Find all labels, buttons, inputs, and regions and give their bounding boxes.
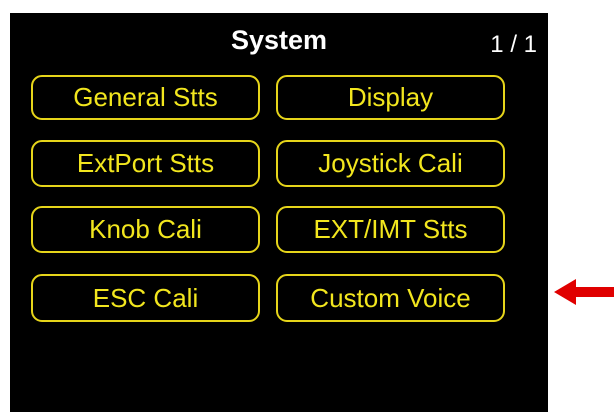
custom-voice-button[interactable]: Custom Voice bbox=[276, 274, 505, 322]
extport-stts-button[interactable]: ExtPort Stts bbox=[31, 140, 260, 187]
joystick-cali-button[interactable]: Joystick Cali bbox=[276, 140, 505, 187]
left-arrow-icon bbox=[554, 279, 614, 305]
ext-imt-stts-button[interactable]: EXT/IMT Stts bbox=[276, 206, 505, 253]
general-stts-button[interactable]: General Stts bbox=[31, 75, 260, 120]
page: System 1 / 1 General Stts Display ExtPor… bbox=[0, 0, 616, 412]
page-title: System bbox=[230, 25, 328, 55]
device-screen: System 1 / 1 General Stts Display ExtPor… bbox=[10, 13, 548, 412]
knob-cali-button[interactable]: Knob Cali bbox=[31, 206, 260, 253]
display-button[interactable]: Display bbox=[276, 75, 505, 120]
page-indicator: 1 / 1 bbox=[490, 31, 537, 58]
esc-cali-button[interactable]: ESC Cali bbox=[31, 274, 260, 322]
